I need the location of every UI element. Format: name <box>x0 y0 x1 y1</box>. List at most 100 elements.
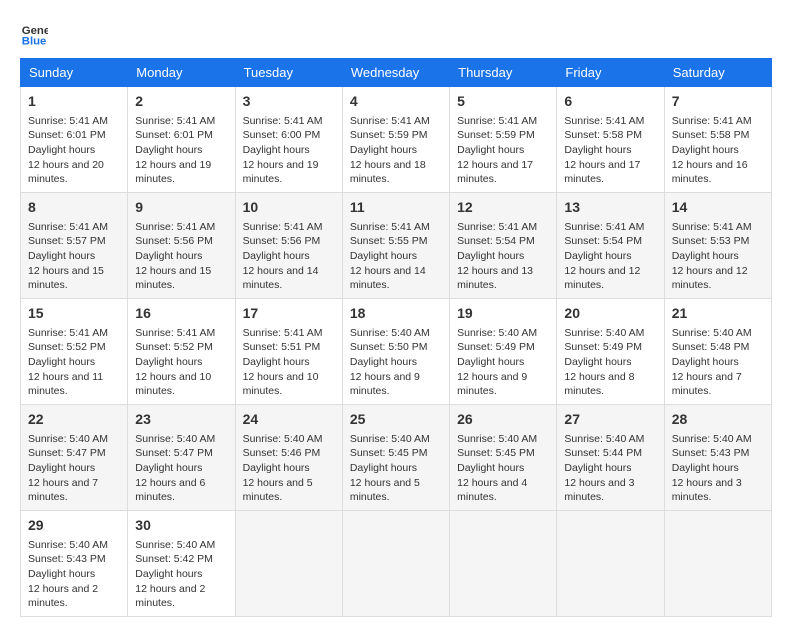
daylight-label: Daylight hours <box>135 144 202 156</box>
sunset: Sunset: 5:42 PM <box>135 553 213 565</box>
sunrise: Sunrise: 5:41 AM <box>457 115 537 127</box>
sunset: Sunset: 5:52 PM <box>135 341 213 353</box>
daylight-duration: 12 hours and 12 minutes. <box>672 265 748 292</box>
day-number: 12 <box>457 198 549 218</box>
sunrise: Sunrise: 5:40 AM <box>28 539 108 551</box>
daylight-label: Daylight hours <box>135 250 202 262</box>
sunset: Sunset: 5:58 PM <box>564 129 642 141</box>
sunrise: Sunrise: 5:40 AM <box>135 539 215 551</box>
daylight-duration: 12 hours and 12 minutes. <box>564 265 640 292</box>
daylight-label: Daylight hours <box>672 356 739 368</box>
sunrise: Sunrise: 5:41 AM <box>243 115 323 127</box>
daylight-duration: 12 hours and 14 minutes. <box>350 265 426 292</box>
calendar-cell: 14Sunrise: 5:41 AMSunset: 5:53 PMDayligh… <box>664 193 771 299</box>
header-friday: Friday <box>557 59 664 87</box>
daylight-duration: 12 hours and 3 minutes. <box>672 477 742 504</box>
day-number: 18 <box>350 304 442 324</box>
daylight-duration: 12 hours and 7 minutes. <box>28 477 98 504</box>
calendar-cell: 16Sunrise: 5:41 AMSunset: 5:52 PMDayligh… <box>128 299 235 405</box>
daylight-duration: 12 hours and 9 minutes. <box>350 371 420 398</box>
sunset: Sunset: 5:44 PM <box>564 447 642 459</box>
calendar-cell: 5Sunrise: 5:41 AMSunset: 5:59 PMDaylight… <box>450 87 557 193</box>
day-number: 2 <box>135 92 227 112</box>
daylight-duration: 12 hours and 11 minutes. <box>28 371 103 398</box>
sunrise: Sunrise: 5:41 AM <box>243 327 323 339</box>
sunrise: Sunrise: 5:41 AM <box>28 221 108 233</box>
calendar-cell: 4Sunrise: 5:41 AMSunset: 5:59 PMDaylight… <box>342 87 449 193</box>
daylight-label: Daylight hours <box>28 144 95 156</box>
daylight-label: Daylight hours <box>350 250 417 262</box>
sunrise: Sunrise: 5:41 AM <box>243 221 323 233</box>
calendar-cell: 12Sunrise: 5:41 AMSunset: 5:54 PMDayligh… <box>450 193 557 299</box>
day-number: 26 <box>457 410 549 430</box>
sunset: Sunset: 5:54 PM <box>457 235 535 247</box>
sunrise: Sunrise: 5:41 AM <box>350 221 430 233</box>
daylight-duration: 12 hours and 9 minutes. <box>457 371 527 398</box>
calendar-table: SundayMondayTuesdayWednesdayThursdayFrid… <box>20 58 772 617</box>
sunrise: Sunrise: 5:40 AM <box>564 433 644 445</box>
daylight-duration: 12 hours and 2 minutes. <box>135 583 205 610</box>
day-number: 24 <box>243 410 335 430</box>
day-number: 13 <box>564 198 656 218</box>
sunset: Sunset: 5:59 PM <box>350 129 428 141</box>
day-number: 10 <box>243 198 335 218</box>
daylight-duration: 12 hours and 10 minutes. <box>135 371 211 398</box>
sunset: Sunset: 6:01 PM <box>28 129 106 141</box>
logo-icon: General Blue <box>20 20 48 48</box>
sunset: Sunset: 5:43 PM <box>672 447 750 459</box>
sunrise: Sunrise: 5:40 AM <box>28 433 108 445</box>
calendar-cell: 30Sunrise: 5:40 AMSunset: 5:42 PMDayligh… <box>128 511 235 617</box>
daylight-label: Daylight hours <box>350 356 417 368</box>
daylight-label: Daylight hours <box>457 250 524 262</box>
day-number: 15 <box>28 304 120 324</box>
header-monday: Monday <box>128 59 235 87</box>
calendar-cell: 24Sunrise: 5:40 AMSunset: 5:46 PMDayligh… <box>235 405 342 511</box>
daylight-label: Daylight hours <box>28 462 95 474</box>
sunset: Sunset: 5:59 PM <box>457 129 535 141</box>
day-number: 9 <box>135 198 227 218</box>
calendar-cell: 6Sunrise: 5:41 AMSunset: 5:58 PMDaylight… <box>557 87 664 193</box>
daylight-label: Daylight hours <box>28 356 95 368</box>
daylight-duration: 12 hours and 13 minutes. <box>457 265 533 292</box>
sunset: Sunset: 5:56 PM <box>135 235 213 247</box>
sunrise: Sunrise: 5:41 AM <box>672 221 752 233</box>
daylight-label: Daylight hours <box>457 144 524 156</box>
daylight-duration: 12 hours and 7 minutes. <box>672 371 742 398</box>
calendar-cell: 22Sunrise: 5:40 AMSunset: 5:47 PMDayligh… <box>21 405 128 511</box>
day-number: 7 <box>672 92 764 112</box>
sunrise: Sunrise: 5:41 AM <box>350 115 430 127</box>
daylight-duration: 12 hours and 15 minutes. <box>135 265 211 292</box>
daylight-duration: 12 hours and 19 minutes. <box>243 159 319 186</box>
daylight-label: Daylight hours <box>672 250 739 262</box>
sunrise: Sunrise: 5:41 AM <box>28 327 108 339</box>
daylight-label: Daylight hours <box>564 356 631 368</box>
sunrise: Sunrise: 5:41 AM <box>135 221 215 233</box>
sunset: Sunset: 5:43 PM <box>28 553 106 565</box>
daylight-label: Daylight hours <box>28 250 95 262</box>
calendar-cell: 28Sunrise: 5:40 AMSunset: 5:43 PMDayligh… <box>664 405 771 511</box>
sunset: Sunset: 5:58 PM <box>672 129 750 141</box>
daylight-label: Daylight hours <box>564 250 631 262</box>
sunrise: Sunrise: 5:40 AM <box>457 433 537 445</box>
calendar-cell <box>342 511 449 617</box>
sunrise: Sunrise: 5:40 AM <box>672 433 752 445</box>
svg-text:Blue: Blue <box>22 36 47 48</box>
calendar-cell <box>450 511 557 617</box>
day-number: 3 <box>243 92 335 112</box>
calendar-cell: 2Sunrise: 5:41 AMSunset: 6:01 PMDaylight… <box>128 87 235 193</box>
header-wednesday: Wednesday <box>342 59 449 87</box>
sunrise: Sunrise: 5:41 AM <box>564 115 644 127</box>
day-number: 27 <box>564 410 656 430</box>
daylight-label: Daylight hours <box>350 144 417 156</box>
sunset: Sunset: 5:55 PM <box>350 235 428 247</box>
daylight-label: Daylight hours <box>672 144 739 156</box>
day-number: 17 <box>243 304 335 324</box>
day-number: 22 <box>28 410 120 430</box>
daylight-duration: 12 hours and 2 minutes. <box>28 583 98 610</box>
daylight-label: Daylight hours <box>243 250 310 262</box>
sunset: Sunset: 5:54 PM <box>564 235 642 247</box>
daylight-duration: 12 hours and 5 minutes. <box>350 477 420 504</box>
week-row-5: 29Sunrise: 5:40 AMSunset: 5:43 PMDayligh… <box>21 511 772 617</box>
daylight-label: Daylight hours <box>457 462 524 474</box>
day-number: 29 <box>28 516 120 536</box>
